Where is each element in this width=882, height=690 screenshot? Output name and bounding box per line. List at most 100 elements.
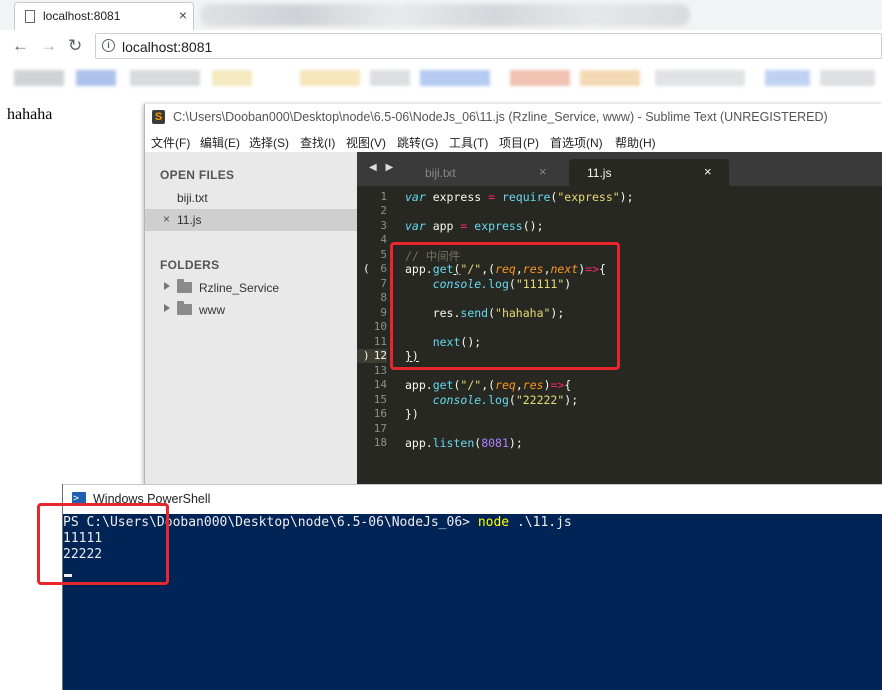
line-number: 14 bbox=[373, 378, 387, 391]
bookmark-blur[interactable] bbox=[76, 70, 116, 86]
close-icon[interactable]: × bbox=[539, 164, 547, 179]
folders-header: FOLDERS bbox=[160, 258, 220, 272]
line-number: 2 bbox=[380, 204, 387, 217]
fold-close-icon[interactable]: ) bbox=[363, 349, 370, 362]
fold-open-icon[interactable]: ( bbox=[363, 262, 370, 275]
bookmark-blur[interactable] bbox=[580, 70, 640, 86]
expand-arrow-icon[interactable] bbox=[164, 282, 170, 290]
reload-icon[interactable]: ↻ bbox=[68, 36, 82, 56]
sublime-window-title: C:\Users\Dooban000\Desktop\node\6.5-06\N… bbox=[173, 110, 828, 124]
bookmark-blur[interactable] bbox=[420, 70, 490, 86]
open-file-name[interactable]: 11.js bbox=[177, 213, 201, 227]
code-token: app. bbox=[405, 378, 433, 392]
menu-help[interactable]: 帮助(H) bbox=[615, 134, 656, 151]
line-number: 15 bbox=[373, 393, 387, 406]
open-file-name[interactable]: biji.txt bbox=[177, 191, 208, 205]
code-token: , bbox=[515, 378, 523, 392]
powershell-window[interactable]: >_ Windows PowerShell PS C:\Users\Dooban… bbox=[62, 484, 882, 690]
folder-name[interactable]: www bbox=[199, 303, 225, 317]
tab-label[interactable]: biji.txt bbox=[425, 166, 456, 180]
editor-tab-strip: ◀ ▶ biji.txt × 11.js × bbox=[357, 152, 882, 186]
code-token: "22222" bbox=[515, 393, 565, 407]
bookmark-blur[interactable] bbox=[820, 70, 875, 86]
document-icon bbox=[25, 10, 35, 23]
browser-tab[interactable]: localhost:8081 × bbox=[14, 2, 194, 30]
bookmark-blur[interactable] bbox=[300, 70, 360, 86]
tab-11-js[interactable]: 11.js × bbox=[569, 159, 729, 186]
output-highlight-box bbox=[37, 503, 169, 585]
bookmark-blur[interactable] bbox=[212, 70, 252, 86]
folder-icon bbox=[177, 301, 192, 315]
menu-goto[interactable]: 跳转(G) bbox=[397, 134, 438, 151]
code-line-16: }) bbox=[405, 407, 419, 421]
terminal-command: node bbox=[477, 515, 510, 530]
blurred-tabs bbox=[200, 4, 690, 26]
menu-view[interactable]: 视图(V) bbox=[346, 134, 386, 151]
info-icon[interactable]: i bbox=[102, 39, 115, 52]
menu-file[interactable]: 文件(F) bbox=[151, 134, 190, 151]
forward-icon[interactable]: → bbox=[40, 36, 57, 56]
code-token: listen bbox=[432, 436, 475, 450]
terminal-args: .\11.js bbox=[509, 515, 572, 530]
code-token: var bbox=[405, 219, 426, 233]
line-number: 17 bbox=[373, 422, 387, 435]
menu-find[interactable]: 查找(I) bbox=[300, 134, 335, 151]
tab-biji-txt[interactable]: biji.txt × bbox=[409, 159, 565, 186]
code-token: { bbox=[564, 378, 572, 392]
line-number: 5 bbox=[380, 248, 387, 261]
open-files-header: OPEN FILES bbox=[160, 168, 235, 182]
code-token: app. bbox=[405, 436, 433, 450]
code-token: console. bbox=[405, 393, 489, 407]
line-number: 8 bbox=[380, 291, 387, 304]
code-line-15: console.log("22222"); bbox=[405, 393, 578, 407]
folder-name[interactable]: Rzline_Service bbox=[199, 281, 279, 295]
terminal-content[interactable]: PS C:\Users\Dooban000\Desktop\node\6.5-0… bbox=[63, 514, 882, 690]
code-token: ( bbox=[508, 393, 516, 407]
code-token: ); bbox=[564, 393, 579, 407]
open-file-item[interactable]: biji.txt bbox=[145, 187, 357, 209]
menu-project[interactable]: 项目(P) bbox=[499, 134, 539, 151]
open-file-item[interactable]: × 11.js bbox=[145, 209, 357, 231]
bookmark-blur[interactable] bbox=[765, 70, 810, 86]
tab-label[interactable]: 11.js bbox=[587, 166, 611, 180]
line-number: 6 bbox=[380, 262, 387, 275]
tab-scroll-arrows-icon[interactable]: ◀ ▶ bbox=[369, 162, 396, 173]
folder-item[interactable]: Rzline_Service bbox=[145, 277, 357, 299]
sidebar: OPEN FILES biji.txt × 11.js FOLDERS Rzli… bbox=[145, 152, 357, 490]
code-highlight-box bbox=[390, 242, 620, 370]
line-number: 12 bbox=[357, 349, 387, 362]
bookmark-blur[interactable] bbox=[510, 70, 570, 86]
close-icon[interactable]: × bbox=[163, 212, 170, 226]
code-token: ) bbox=[543, 378, 551, 392]
folder-icon bbox=[177, 279, 192, 293]
bookmark-blur[interactable] bbox=[655, 70, 745, 86]
line-number: 3 bbox=[380, 219, 387, 232]
line-number: 18 bbox=[373, 436, 387, 449]
line-number: 13 bbox=[373, 364, 387, 377]
line-number: 7 bbox=[380, 277, 387, 290]
code-token: require bbox=[495, 190, 551, 204]
line-number: 9 bbox=[380, 306, 387, 319]
code-token: app bbox=[425, 219, 461, 233]
bookmark-blur[interactable] bbox=[14, 70, 64, 86]
menu-selection[interactable]: 选择(S) bbox=[249, 134, 289, 151]
bookmark-blur[interactable] bbox=[130, 70, 200, 86]
code-token: "express" bbox=[557, 190, 620, 204]
menu-edit[interactable]: 编辑(E) bbox=[200, 134, 240, 151]
powershell-titlebar: >_ Windows PowerShell bbox=[63, 484, 882, 514]
code-line-1: var express = require("express"); bbox=[405, 190, 634, 204]
code-token: = bbox=[488, 190, 496, 204]
menu-tools[interactable]: 工具(T) bbox=[449, 134, 488, 151]
close-icon[interactable]: × bbox=[704, 164, 712, 179]
address-url[interactable]: localhost:8081 bbox=[122, 39, 212, 55]
address-bar[interactable]: i localhost:8081 bbox=[95, 33, 882, 59]
expand-arrow-icon[interactable] bbox=[164, 304, 170, 312]
close-icon[interactable]: × bbox=[179, 7, 187, 23]
code-token: ,( bbox=[481, 378, 496, 392]
bookmark-blur[interactable] bbox=[370, 70, 410, 86]
line-number: 1 bbox=[380, 190, 387, 203]
back-icon[interactable]: ← bbox=[12, 36, 29, 56]
menu-preferences[interactable]: 首选项(N) bbox=[550, 134, 603, 151]
code-token: 8081 bbox=[481, 436, 509, 450]
folder-item[interactable]: www bbox=[145, 299, 357, 321]
